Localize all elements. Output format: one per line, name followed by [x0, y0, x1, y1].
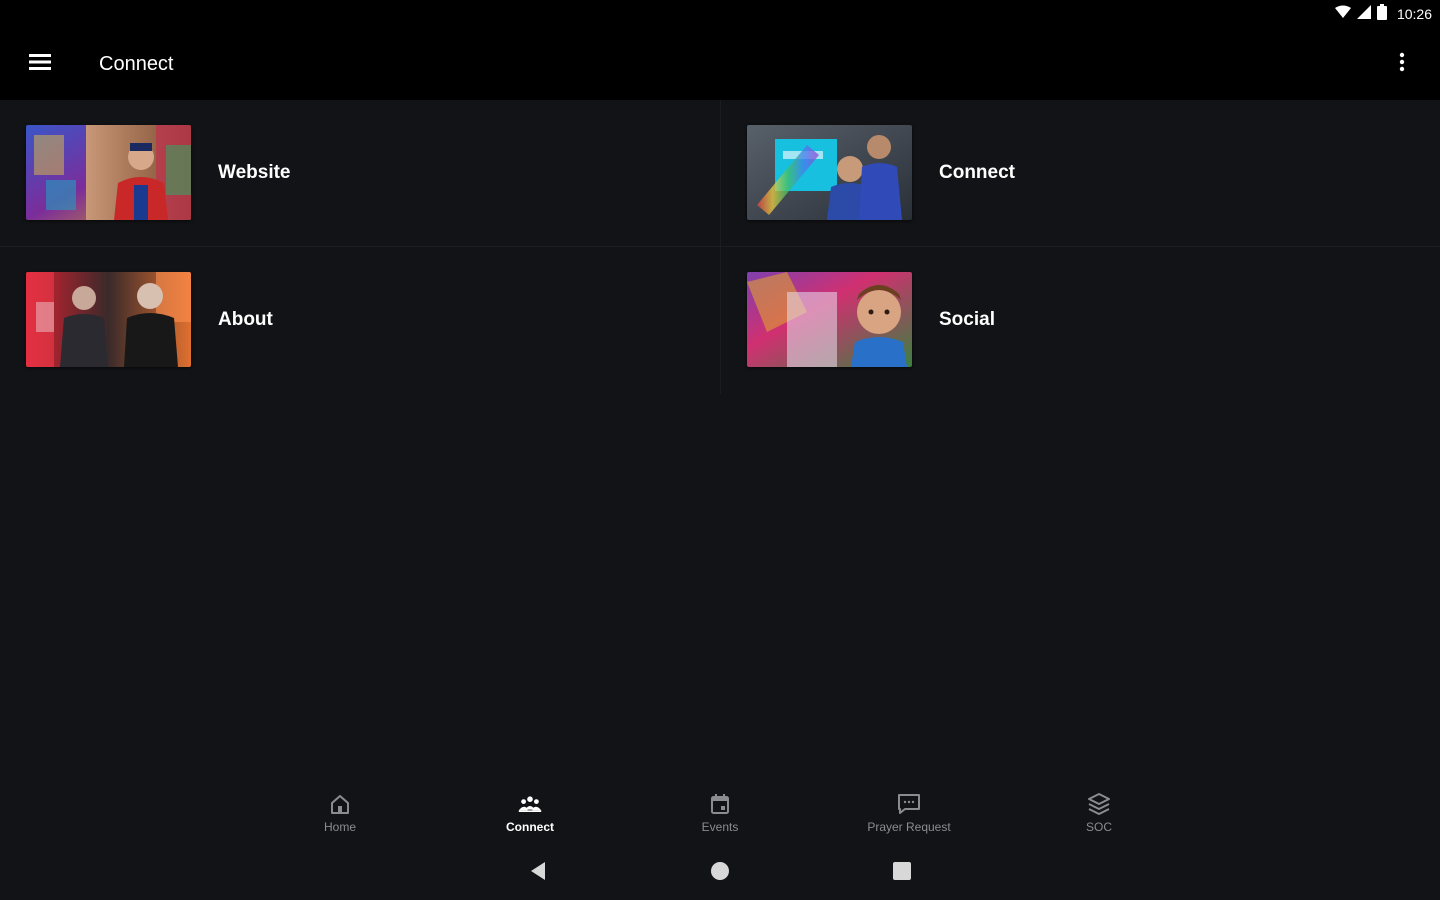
nav-events[interactable]: Events — [660, 792, 780, 840]
cell-signal-icon — [1356, 4, 1371, 24]
nav-connect[interactable]: Connect — [470, 792, 590, 840]
tile-website[interactable]: Website — [0, 100, 720, 246]
recents-icon — [892, 861, 912, 886]
content-grid: Website Connect About Social — [0, 100, 1440, 394]
nav-home[interactable]: Home — [280, 792, 400, 840]
page-title: Connect — [99, 53, 174, 75]
about-thumbnail — [26, 272, 191, 367]
status-bar: 10:26 — [0, 0, 1440, 28]
calendar-icon — [708, 792, 732, 816]
screen: 10:26 Connect Website Connect About Soci… — [0, 0, 1440, 900]
tile-label: Website — [218, 162, 291, 183]
system-navigation — [0, 846, 1440, 900]
more-vert-icon — [1399, 52, 1405, 77]
menu-button[interactable] — [20, 44, 60, 84]
tile-label: Connect — [939, 162, 1015, 183]
nav-label: Connect — [506, 820, 554, 834]
nav-prayer-request[interactable]: Prayer Request — [849, 792, 969, 840]
nav-label: Events — [701, 820, 739, 834]
status-icons: 10:26 — [1334, 3, 1432, 25]
nav-label: SOC — [1085, 820, 1112, 834]
nav-soc[interactable]: SOC — [1039, 792, 1159, 840]
website-thumbnail — [26, 125, 191, 220]
chat-icon — [897, 792, 921, 816]
battery-icon — [1376, 3, 1387, 25]
nav-label: Prayer Request — [867, 820, 951, 834]
tile-about[interactable]: About — [0, 247, 720, 393]
stack-icon — [1087, 792, 1111, 816]
home-icon — [328, 792, 352, 816]
social-thumbnail — [747, 272, 912, 367]
bottom-navigation: Home Connect Events Prayer Request SOC — [0, 780, 1440, 844]
home-system-button[interactable] — [707, 860, 733, 886]
people-icon — [518, 792, 542, 816]
tile-label: Social — [939, 309, 995, 330]
wifi-icon — [1334, 5, 1351, 24]
recents-button[interactable] — [889, 860, 915, 886]
connect-thumbnail — [747, 125, 912, 220]
hamburger-menu-icon — [29, 53, 51, 75]
tile-connect[interactable]: Connect — [721, 100, 1440, 246]
app-bar: Connect — [0, 28, 1440, 100]
status-time: 10:26 — [1396, 6, 1432, 22]
back-button[interactable] — [525, 860, 551, 886]
tile-label: About — [218, 309, 273, 330]
tile-social[interactable]: Social — [721, 247, 1440, 393]
home-circle-icon — [710, 861, 730, 886]
back-icon — [528, 861, 548, 886]
nav-label: Home — [323, 820, 356, 834]
overflow-menu-button[interactable] — [1382, 44, 1422, 84]
